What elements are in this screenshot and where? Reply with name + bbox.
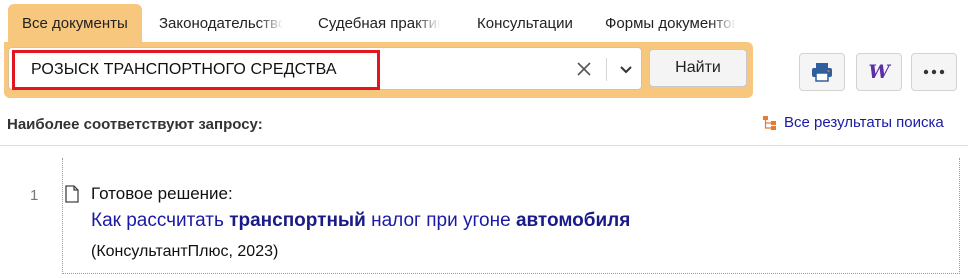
tab-all-documents[interactable]: Все документы	[8, 4, 142, 44]
search-panel: РОЗЫСК ТРАНСПОРТНОГО СРЕДСТВА Найти	[4, 42, 753, 98]
export-word-button[interactable]: W	[856, 53, 902, 91]
close-icon	[577, 62, 591, 76]
document-icon	[65, 185, 79, 203]
chevron-down-icon	[620, 66, 632, 74]
result-title-part: Как рассчитать	[91, 210, 230, 231]
tab-consultations[interactable]: Консультации	[477, 4, 573, 44]
result-title-emphasis: автомобиля	[515, 210, 631, 231]
result-title-link[interactable]: Как рассчитать транспортный налог при уг…	[91, 210, 630, 232]
result-number: 1	[30, 187, 39, 204]
tab-document-forms[interactable]: Формы документов	[605, 4, 736, 44]
list-item: 1 Готовое решение: Как рассчитать трансп…	[30, 158, 960, 274]
printer-icon	[812, 63, 832, 82]
document-type-tabs: Все документы Законодательство Судебная …	[0, 0, 968, 44]
section-title: Наиболее соответствуют запросу:	[7, 116, 263, 133]
find-button[interactable]: Найти	[649, 49, 747, 87]
search-query-text[interactable]: РОЗЫСК ТРАНСПОРТНОГО СРЕДСТВА	[31, 48, 337, 91]
clear-search-button[interactable]	[571, 56, 597, 82]
result-source: (КонсультантПлюс, 2023)	[91, 243, 279, 260]
more-options-button[interactable]	[911, 53, 957, 91]
tab-court-practice[interactable]: Судебная практика	[318, 4, 440, 44]
more-dots-icon	[923, 69, 945, 75]
all-results-label: Все результаты поиска	[784, 114, 944, 131]
search-history-dropdown[interactable]	[613, 56, 639, 82]
tree-structure-icon	[763, 115, 776, 130]
result-title-part: налог при угоне	[365, 210, 516, 231]
tab-legislation[interactable]: Законодательство	[159, 4, 283, 44]
search-input[interactable]: РОЗЫСК ТРАНСПОРТНОГО СРЕДСТВА	[8, 47, 642, 90]
word-export-icon: W	[868, 61, 890, 83]
print-button[interactable]	[799, 53, 845, 91]
result-type: Готовое решение:	[91, 184, 233, 203]
all-results-link[interactable]: Все результаты поиска	[762, 114, 944, 131]
results-list: 1 Готовое решение: Как рассчитать трансп…	[0, 145, 968, 278]
result-title-emphasis: транспортный	[229, 210, 366, 231]
divider	[606, 58, 607, 81]
